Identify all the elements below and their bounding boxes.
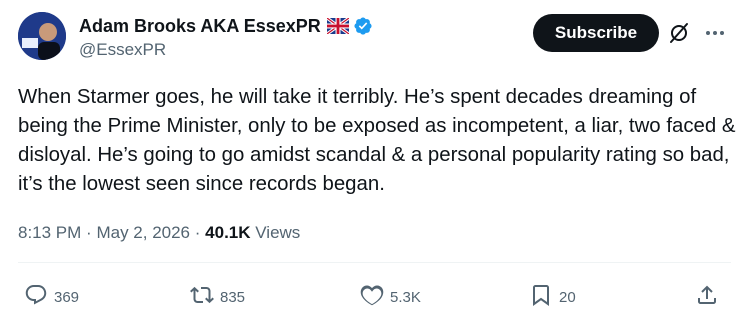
tweet-text: When Starmer goes, he will take it terri… [18,86,736,195]
reply-icon [24,283,48,311]
tweet-time[interactable]: 8:13 PM [18,223,81,242]
author-display-name[interactable]: Adam Brooks AKA EssexPR [79,15,321,37]
retweet-icon [190,283,214,311]
avatar[interactable] [18,12,66,60]
verified-badge-icon[interactable] [353,16,373,36]
meta-separator: · [194,223,201,242]
share-icon [695,283,719,311]
tweet-card: Adam Brooks AKA EssexPR @EssexPR Subscri… [0,0,749,328]
views-label: Views [255,223,301,242]
author-handle[interactable]: @EssexPR [79,40,166,60]
reply-button[interactable]: 369 [24,284,79,310]
bookmark-button[interactable]: 20 [529,284,576,310]
tweet-meta: 8:13 PM · May 2, 2026 · 40.1K Views [18,222,300,244]
meta-separator: · [86,223,92,242]
reply-count: 369 [54,288,80,306]
uk-flag-icon [325,16,350,36]
grok-icon[interactable] [668,22,690,44]
tweet-date[interactable]: May 2, 2026 [96,223,190,242]
bookmark-count: 20 [559,288,576,306]
subscribe-button[interactable]: Subscribe [533,14,659,52]
author-name-row: Adam Brooks AKA EssexPR [79,15,373,37]
heart-icon [360,283,384,311]
retweet-count: 835 [220,288,246,306]
divider [18,262,731,263]
more-dots-icon[interactable] [704,22,726,44]
retweet-button[interactable]: 835 [190,284,245,310]
bookmark-icon [529,283,553,311]
like-count: 5.3K [390,288,421,306]
views-count: 40.1K [205,223,251,242]
like-button[interactable]: 5.3K [360,284,421,310]
share-button[interactable] [695,284,719,310]
